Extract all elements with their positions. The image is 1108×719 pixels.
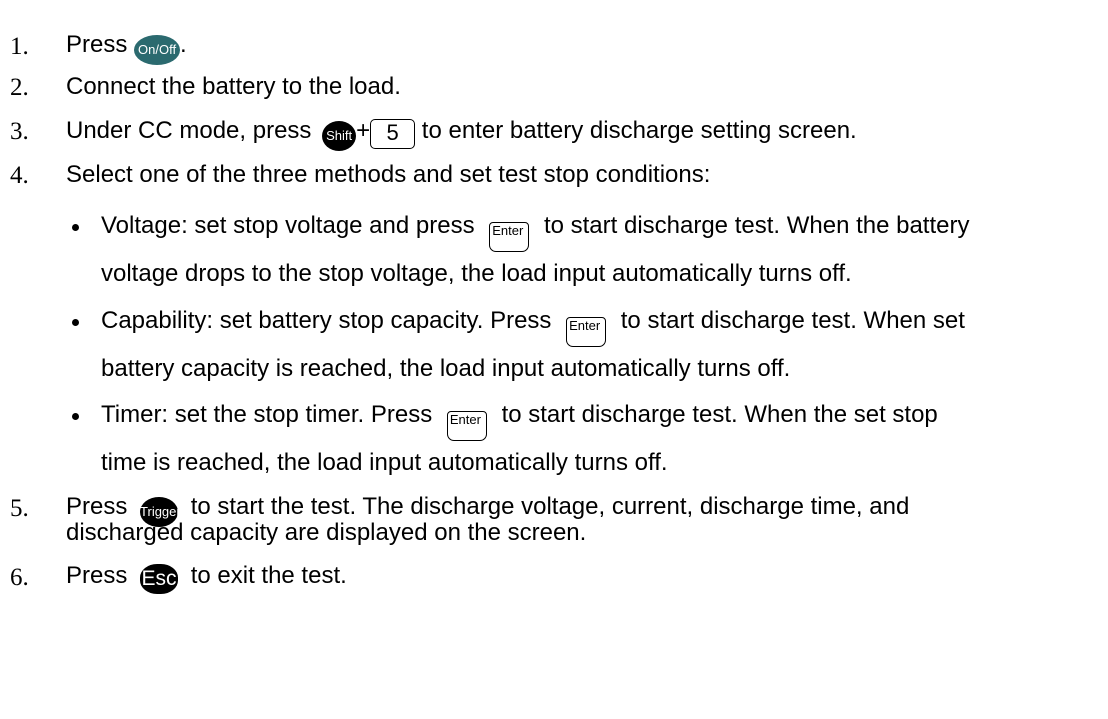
step-4: Select one of the three methods and set …	[66, 161, 711, 188]
step-number: 2.	[10, 74, 29, 101]
bullet-icon	[72, 413, 79, 420]
step-number: 1.	[10, 33, 29, 60]
step-text: Press	[66, 31, 128, 58]
digit-5-key-icon: 5	[370, 119, 416, 149]
step-2: Connect the battery to the load.	[66, 73, 401, 100]
plus-sign: +	[356, 117, 371, 144]
shift-key-icon: Shift	[322, 121, 357, 151]
bullet-icon	[72, 224, 79, 231]
step-text-end: .	[180, 31, 187, 58]
bullet-timer-line1: Timer: set the stop timer. Press Enter t…	[101, 400, 938, 441]
step-number: 3.	[10, 118, 29, 145]
enter-key-icon: Enter	[446, 411, 487, 441]
on-off-key-icon: On/Off	[134, 35, 181, 65]
step-1: Press On/Off.	[66, 30, 187, 65]
bullet-capability-line1: Capability: set battery stop capacity. P…	[101, 306, 965, 347]
step-text: Under CC mode, press	[66, 117, 312, 144]
bullet-capability-line2: battery capacity is reached, the load in…	[101, 355, 791, 382]
step-number: 6.	[10, 564, 29, 591]
esc-key-icon: Esc	[140, 564, 179, 594]
step-5-line2: discharged capacity are displayed on the…	[66, 519, 587, 546]
enter-key-icon: Enter	[489, 222, 530, 252]
step-6: Press Esc to exit the test.	[66, 561, 347, 594]
bullet-icon	[72, 319, 79, 326]
step-number: 5.	[10, 495, 29, 522]
bullet-timer-line2: time is reached, the load input automati…	[101, 449, 668, 476]
step-3: Under CC mode, press Shift +5 to enter ba…	[66, 116, 857, 151]
step-number: 4.	[10, 162, 29, 189]
enter-key-icon: Enter	[566, 317, 607, 347]
step-text-end: to enter battery discharge setting scree…	[421, 117, 857, 144]
bullet-voltage-line2: voltage drops to the stop voltage, the l…	[101, 260, 852, 287]
bullet-voltage-line1: Voltage: set stop voltage and press Ente…	[101, 211, 969, 252]
